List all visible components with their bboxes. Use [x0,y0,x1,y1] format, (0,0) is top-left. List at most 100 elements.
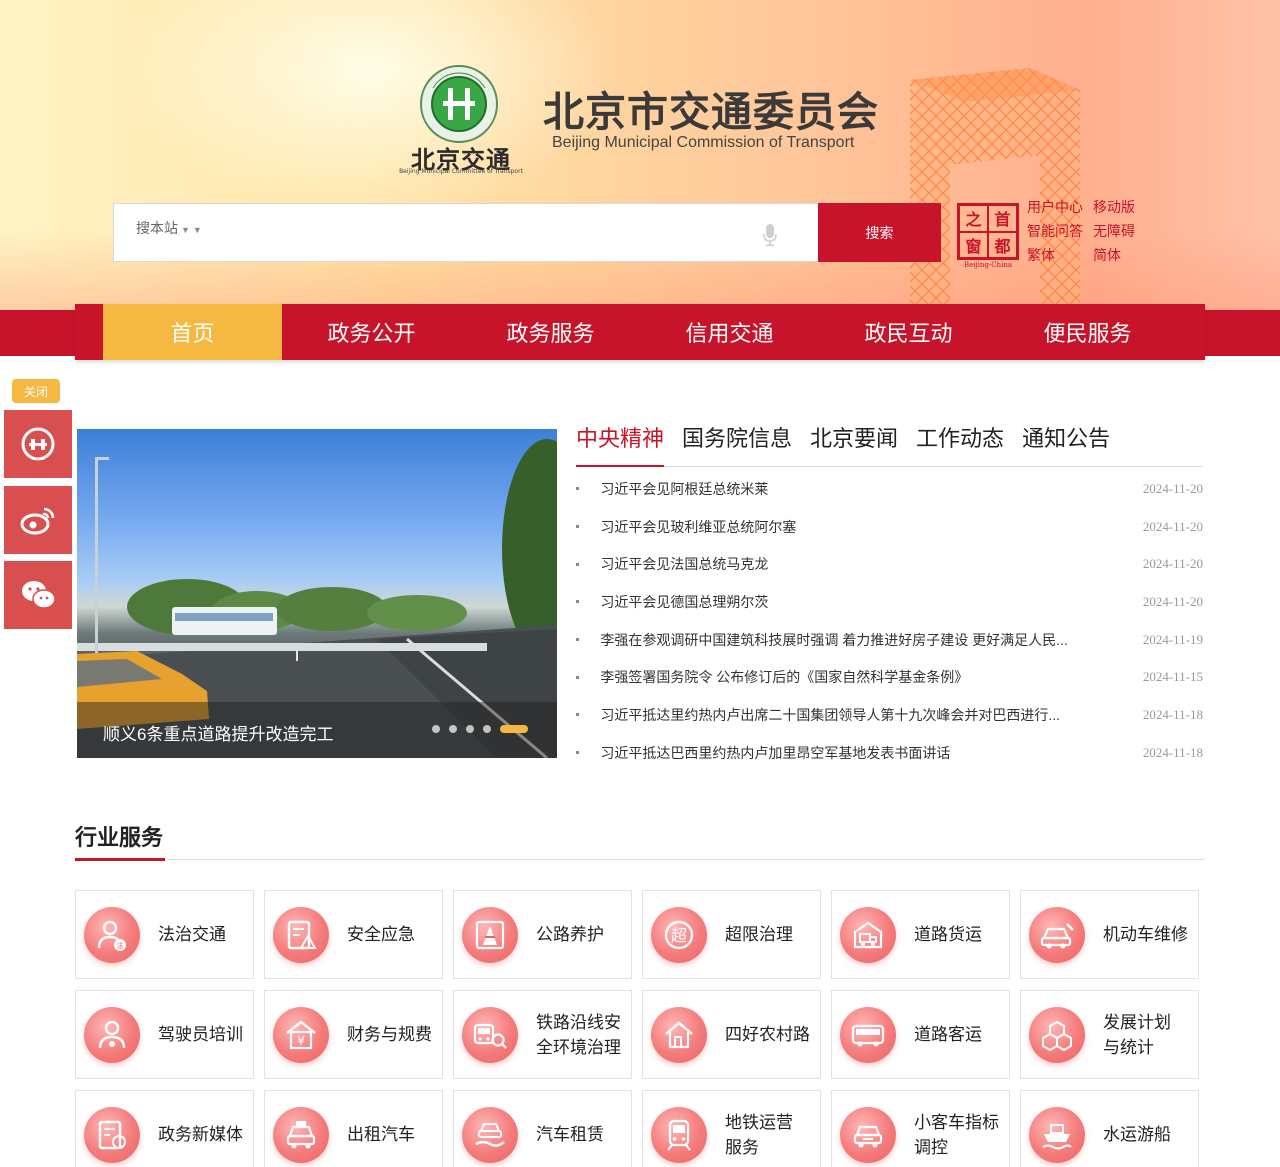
service-label: 汽车租赁 [536,1125,604,1144]
service-taxi[interactable]: 出租汽车 [264,1090,443,1167]
service-safety-emergency[interactable]: 安全应急 [264,890,443,979]
service-label: 发展计划 与统计 [1103,1012,1171,1057]
list-item: 李强在参观调研中国建筑科技展时强调 着力推进好房子建设 更好满足人民... 202… [576,621,1203,659]
cargo-truck-icon [840,906,896,963]
traffic-cone-icon [462,906,518,963]
news-title-link[interactable]: 习近平抵达巴西里约热内卢加里昂空军基地发表书面讲话 [600,743,1110,763]
search-input[interactable] [224,212,744,254]
service-car-rental[interactable]: 汽车租赁 [453,1090,632,1167]
tab-state-council[interactable]: 国务院信息 [682,422,792,467]
list-item: 习近平抵达巴西里约热内卢加里昂空军基地发表书面讲话 2024-11-18 [576,734,1203,772]
service-label: 小客车指标 调控 [914,1112,999,1157]
news-date: 2024-11-18 [1142,744,1203,760]
search-button[interactable]: 搜索 [818,203,941,262]
carousel-dot[interactable] [449,725,457,733]
service-subway[interactable]: 地铁运营 服务 [642,1090,821,1167]
quick-links: 用户中心 移动版 智能问答 无障碍 繁体 简体 [1027,198,1157,264]
news-date: 2024-11-20 [1142,480,1203,496]
capital-window-link[interactable]: 之 首 窗 都 Beijing-China [957,203,1019,273]
cubes-icon [1029,1006,1085,1063]
service-passenger-car-quota[interactable]: 小客车指标 调控 [831,1090,1010,1167]
caret-down-icon: ▼ [192,225,202,235]
bus-icon [840,1006,896,1063]
service-finance-fees[interactable]: ¥ 财务与规费 [264,990,443,1079]
link-traditional[interactable]: 繁体 [1027,246,1093,264]
float-wechat-button[interactable] [4,561,72,629]
site-header: 北京交通 Beijing Municipal Committee of Tran… [0,0,1280,310]
microphone-icon[interactable] [762,223,778,247]
news-title-link[interactable]: 李强在参观调研中国建筑科技展时强调 着力推进好房子建设 更好满足人民... [600,630,1110,650]
service-label: 四好农村路 [725,1025,810,1044]
service-label: 出租汽车 [347,1125,415,1144]
link-smart-qa[interactable]: 智能问答 [1027,222,1093,240]
tab-beijing-news[interactable]: 北京要闻 [810,422,898,467]
car-rental-icon [462,1106,518,1163]
media-document-icon [84,1106,140,1163]
service-label: 政务新媒体 [158,1125,243,1144]
search-scope-dropdown[interactable]: 搜本站 ▼ ▼ [136,218,202,238]
nav-item-public-services[interactable]: 便民服务 [998,304,1177,360]
service-vehicle-repair[interactable]: 机动车维修 [1020,890,1199,979]
tab-work-updates[interactable]: 工作动态 [916,422,1004,467]
news-title-link[interactable]: 习近平会见阿根廷总统米莱 [600,479,1110,499]
service-rural-roads[interactable]: 四好农村路 [642,990,821,1079]
list-item: 习近平抵达里约热内卢出席二十国集团领导人第十九次峰会并对巴西进行... 2024-… [576,696,1203,734]
service-water-cruise[interactable]: 水运游船 [1020,1090,1199,1167]
nav-item-credit-transport[interactable]: 信用交通 [640,304,819,360]
law-person-icon: 法 [84,906,140,963]
float-app-button[interactable] [4,410,72,478]
nav-item-interaction[interactable]: 政民互动 [819,304,998,360]
carousel-caption[interactable]: 顺义6条重点道路提升改造完工 [103,720,333,745]
service-road-passenger[interactable]: 道路客运 [831,990,1010,1079]
carousel-dot-active[interactable] [500,725,528,733]
list-item: 习近平会见法国总统马克龙 2024-11-20 [576,545,1203,583]
news-title-link[interactable]: 习近平抵达里约热内卢出席二十国集团领导人第十九次峰会并对巴西进行... [600,705,1110,725]
service-development-planning[interactable]: 发展计划 与统计 [1020,990,1199,1079]
site-title: 北京市交通委员会 [543,88,879,136]
service-label: 公路养护 [536,925,604,944]
nav-item-gov-affairs-open[interactable]: 政务公开 [282,304,461,360]
link-user-center[interactable]: 用户中心 [1027,198,1093,216]
service-overload-control[interactable]: 超 超限治理 [642,890,821,979]
link-accessibility[interactable]: 无障碍 [1093,222,1157,240]
taxi-icon [273,1106,329,1163]
link-simplified[interactable]: 简体 [1093,246,1157,264]
service-label: 驾驶员培训 [158,1025,243,1044]
tab-notices[interactable]: 通知公告 [1022,422,1110,467]
service-label: 水运游船 [1103,1125,1171,1144]
carousel-dot[interactable] [432,725,440,733]
svg-text:法: 法 [117,941,124,950]
list-item: 李强签署国务院令 公布修订后的《国家自然科学基金条例》 2024-11-15 [576,658,1203,696]
carousel-dot[interactable] [466,725,474,733]
overload-badge-icon: 超 [651,906,707,963]
service-label: 法治交通 [158,925,226,944]
news-date: 2024-11-20 [1142,518,1203,534]
news-title-link[interactable]: 习近平会见德国总理朔尔茨 [600,592,1110,612]
app-logo-icon [21,427,55,461]
service-railway-safety[interactable]: 铁路沿线安 全环境治理 [453,990,632,1079]
news-title-link[interactable]: 习近平会见法国总统马克龙 [600,554,1110,574]
news-title-link[interactable]: 习近平会见玻利维亚总统阿尔塞 [600,517,1110,537]
search-box: 搜本站 ▼ ▼ [113,203,818,262]
tab-central-spirit[interactable]: 中央精神 [576,422,665,467]
news-carousel[interactable]: 顺义6条重点道路提升改造完工 [77,429,557,758]
nav-item-home[interactable]: 首页 [103,304,282,360]
service-label: 道路货运 [914,925,982,944]
service-road-freight[interactable]: 道路货运 [831,890,1010,979]
commission-logo-icon [420,65,498,143]
link-mobile[interactable]: 移动版 [1093,198,1157,216]
service-label: 铁路沿线安 全环境治理 [536,1012,621,1057]
list-item: 习近平会见德国总理朔尔茨 2024-11-20 [576,583,1203,621]
passenger-car-icon [840,1106,896,1163]
service-gov-new-media[interactable]: 政务新媒体 [75,1090,254,1167]
service-label: 道路客运 [914,1025,982,1044]
float-close-button[interactable]: 关闭 [12,379,60,403]
float-weibo-button[interactable] [4,486,72,554]
carousel-dot[interactable] [483,725,491,733]
service-road-maintenance[interactable]: 公路养护 [453,890,632,979]
service-law-transport[interactable]: 法 法治交通 [75,890,254,979]
service-driver-training[interactable]: 驾驶员培训 [75,990,254,1079]
news-title-link[interactable]: 李强签署国务院令 公布修订后的《国家自然科学基金条例》 [600,667,1110,687]
nav-item-gov-services[interactable]: 政务服务 [461,304,640,360]
section-title-services: 行业服务 [75,826,164,851]
